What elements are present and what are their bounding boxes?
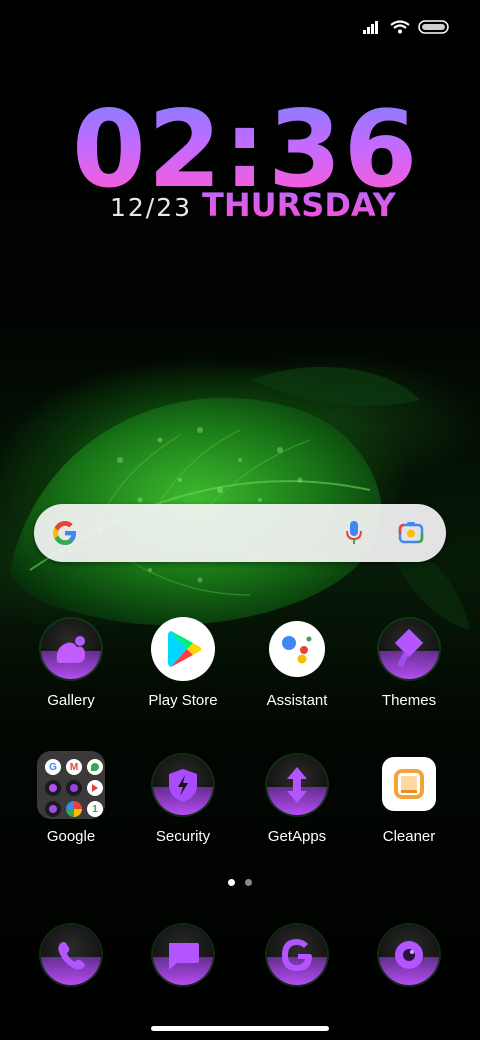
messages-icon xyxy=(153,925,213,985)
page-dot[interactable] xyxy=(245,879,252,886)
page-indicator[interactable] xyxy=(228,879,252,886)
app-google-folder[interactable]: G M 1 Google xyxy=(16,751,126,865)
home-screen: 02:36 12/23 THURSDAY Gallery Play Store … xyxy=(0,0,480,1040)
play-store-icon xyxy=(151,617,215,681)
app-label: Cleaner xyxy=(382,828,436,845)
assistant-icon xyxy=(269,621,325,677)
themes-icon xyxy=(379,619,439,679)
security-icon xyxy=(153,755,213,815)
app-label: Gallery xyxy=(47,692,95,709)
google-search-bar[interactable] xyxy=(34,504,446,562)
getapps-icon xyxy=(267,755,327,815)
google-folder-icon: G M 1 xyxy=(37,751,105,819)
google-g-icon xyxy=(53,521,76,545)
wifi-icon xyxy=(390,20,410,34)
clock-time[interactable]: 02:36 xyxy=(72,97,417,203)
dock-google[interactable] xyxy=(242,925,352,1035)
cleaner-icon xyxy=(382,757,436,811)
clock-date: 12/23 xyxy=(110,193,193,222)
app-themes[interactable]: Themes xyxy=(354,619,464,729)
app-gallery[interactable]: Gallery xyxy=(16,619,126,729)
app-label: Google xyxy=(46,828,96,845)
app-getapps[interactable]: GetApps xyxy=(242,755,352,865)
camera-icon xyxy=(379,925,439,985)
mic-icon[interactable] xyxy=(344,519,364,547)
gesture-nav-bar[interactable] xyxy=(151,1026,329,1031)
app-security[interactable]: Security xyxy=(128,755,238,865)
lens-icon[interactable] xyxy=(398,520,424,546)
battery-icon xyxy=(418,20,449,34)
dock-messages[interactable] xyxy=(128,925,238,1035)
app-play-store[interactable]: Play Store xyxy=(128,617,238,729)
app-label: Security xyxy=(155,828,211,845)
app-label: Play Store xyxy=(148,692,218,709)
phone-icon xyxy=(41,925,101,985)
app-label: Assistant xyxy=(266,692,328,709)
google-browser-icon xyxy=(267,925,327,985)
app-label: Themes xyxy=(381,692,437,709)
clock-weekday: THURSDAY xyxy=(202,186,396,224)
gallery-icon xyxy=(41,619,101,679)
app-label: GetApps xyxy=(267,828,327,845)
dock-phone[interactable] xyxy=(16,925,126,1035)
page-dot-active[interactable] xyxy=(228,879,235,886)
signal-icon xyxy=(363,21,378,34)
dock-camera[interactable] xyxy=(354,925,464,1035)
app-cleaner[interactable]: Cleaner xyxy=(354,755,464,865)
app-assistant[interactable]: Assistant xyxy=(242,619,352,729)
status-bar xyxy=(362,14,450,40)
date-line: 12/23 THURSDAY xyxy=(110,186,396,224)
